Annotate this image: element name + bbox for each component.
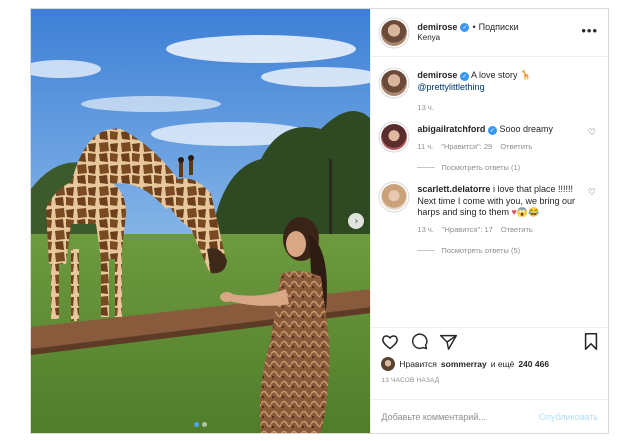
comment-input[interactable] [381,411,540,422]
separator-bullet: • [472,21,476,32]
caption-text: A love story [470,70,518,80]
chevron-right-icon: › [354,215,359,227]
post-photo[interactable]: › [31,9,371,433]
add-comment-bar: Опубликовать [371,399,608,433]
more-options-icon[interactable]: ••• [581,23,598,38]
bookmark-icon[interactable] [584,333,598,350]
giraffe-photo-illustration [31,9,371,433]
view-replies-label: Посмотреть ответы (1) [441,162,521,172]
caption: demirose ✓ A love story 🦒 @prettylittlet… [381,70,598,112]
publish-button[interactable]: Опубликовать [539,412,598,422]
commenter-avatar[interactable] [381,183,408,210]
comment-time[interactable]: 13 ч. [417,225,433,234]
likes-middle: и ещё [490,359,515,369]
comments-section: demirose ✓ A love story 🦒 @prettylittlet… [371,58,608,324]
commenter-username[interactable]: scarlett.delatorre [417,184,490,194]
post-header: demirose ✓ • Подписки Kenya ••• [371,9,608,57]
carousel-dot [194,422,200,427]
likes-summary: Нравится sommerray и ещё 240 466 [381,357,598,371]
comment-text: Sooo dreamy [499,123,553,134]
verified-badge-icon: ✓ [460,23,470,32]
replies-divider [417,166,436,168]
carousel-indicator [31,422,370,427]
comment-item: scarlett.delatorre i love that place !!!… [381,183,598,255]
author-username[interactable]: demirose [417,22,457,33]
post-location[interactable]: Kenya [417,33,518,43]
liker-username[interactable]: sommerray [441,359,487,369]
post-actions [371,327,608,355]
comment-icon[interactable] [411,333,428,350]
verified-badge-icon: ✓ [487,126,497,136]
replies-divider [417,250,436,252]
author-avatar[interactable] [381,19,408,46]
view-replies-button[interactable]: Посмотреть ответы (5) [417,246,587,255]
caption-mention[interactable]: @prettylittlething [417,82,484,92]
giraffe-emoji: 🦒 [520,70,532,80]
reply-button[interactable]: Ответить [500,142,532,151]
post-modal: › demirose ✓ • Подписки Kenya ••• demiro… [30,8,609,434]
following-button[interactable]: Подписки [479,22,519,33]
view-replies-button[interactable]: Посмотреть ответы (1) [417,163,587,172]
comment-likes[interactable]: "Нравится": 29 [441,142,492,151]
comment-likes[interactable]: "Нравится": 17 [442,225,493,234]
reply-button[interactable]: Ответить [501,225,533,234]
post-sidebar: demirose ✓ • Подписки Kenya ••• demirose… [370,9,608,433]
likes-count[interactable]: 240 466 [518,359,549,369]
caption-time[interactable]: 13 ч. [417,103,433,112]
comment-item: abigailratchford ✓ Sooo dreamy 11 ч. "Нр… [381,123,598,172]
comment-emojis: ♥😱😂 [511,207,540,218]
paper-plane-icon[interactable] [440,334,458,350]
comment-like-heart-icon[interactable]: ♡ [588,188,596,198]
commenter-username[interactable]: abigailratchford [417,124,485,134]
comment-time[interactable]: 11 ч. [417,142,433,151]
view-replies-label: Посмотреть ответы (5) [441,246,521,256]
carousel-dot [202,422,208,427]
commenter-avatar[interactable] [381,123,408,150]
comment-like-heart-icon[interactable]: ♡ [588,128,596,138]
post-time-ago[interactable]: 13 ЧАСОВ НАЗАД [381,377,439,384]
heart-icon[interactable] [381,334,399,350]
caption-username[interactable]: demirose [417,70,457,80]
likes-prefix: Нравится [399,359,437,369]
verified-badge-icon: ✓ [459,72,469,82]
caption-avatar[interactable] [381,70,408,96]
liker-avatar[interactable] [381,357,396,371]
